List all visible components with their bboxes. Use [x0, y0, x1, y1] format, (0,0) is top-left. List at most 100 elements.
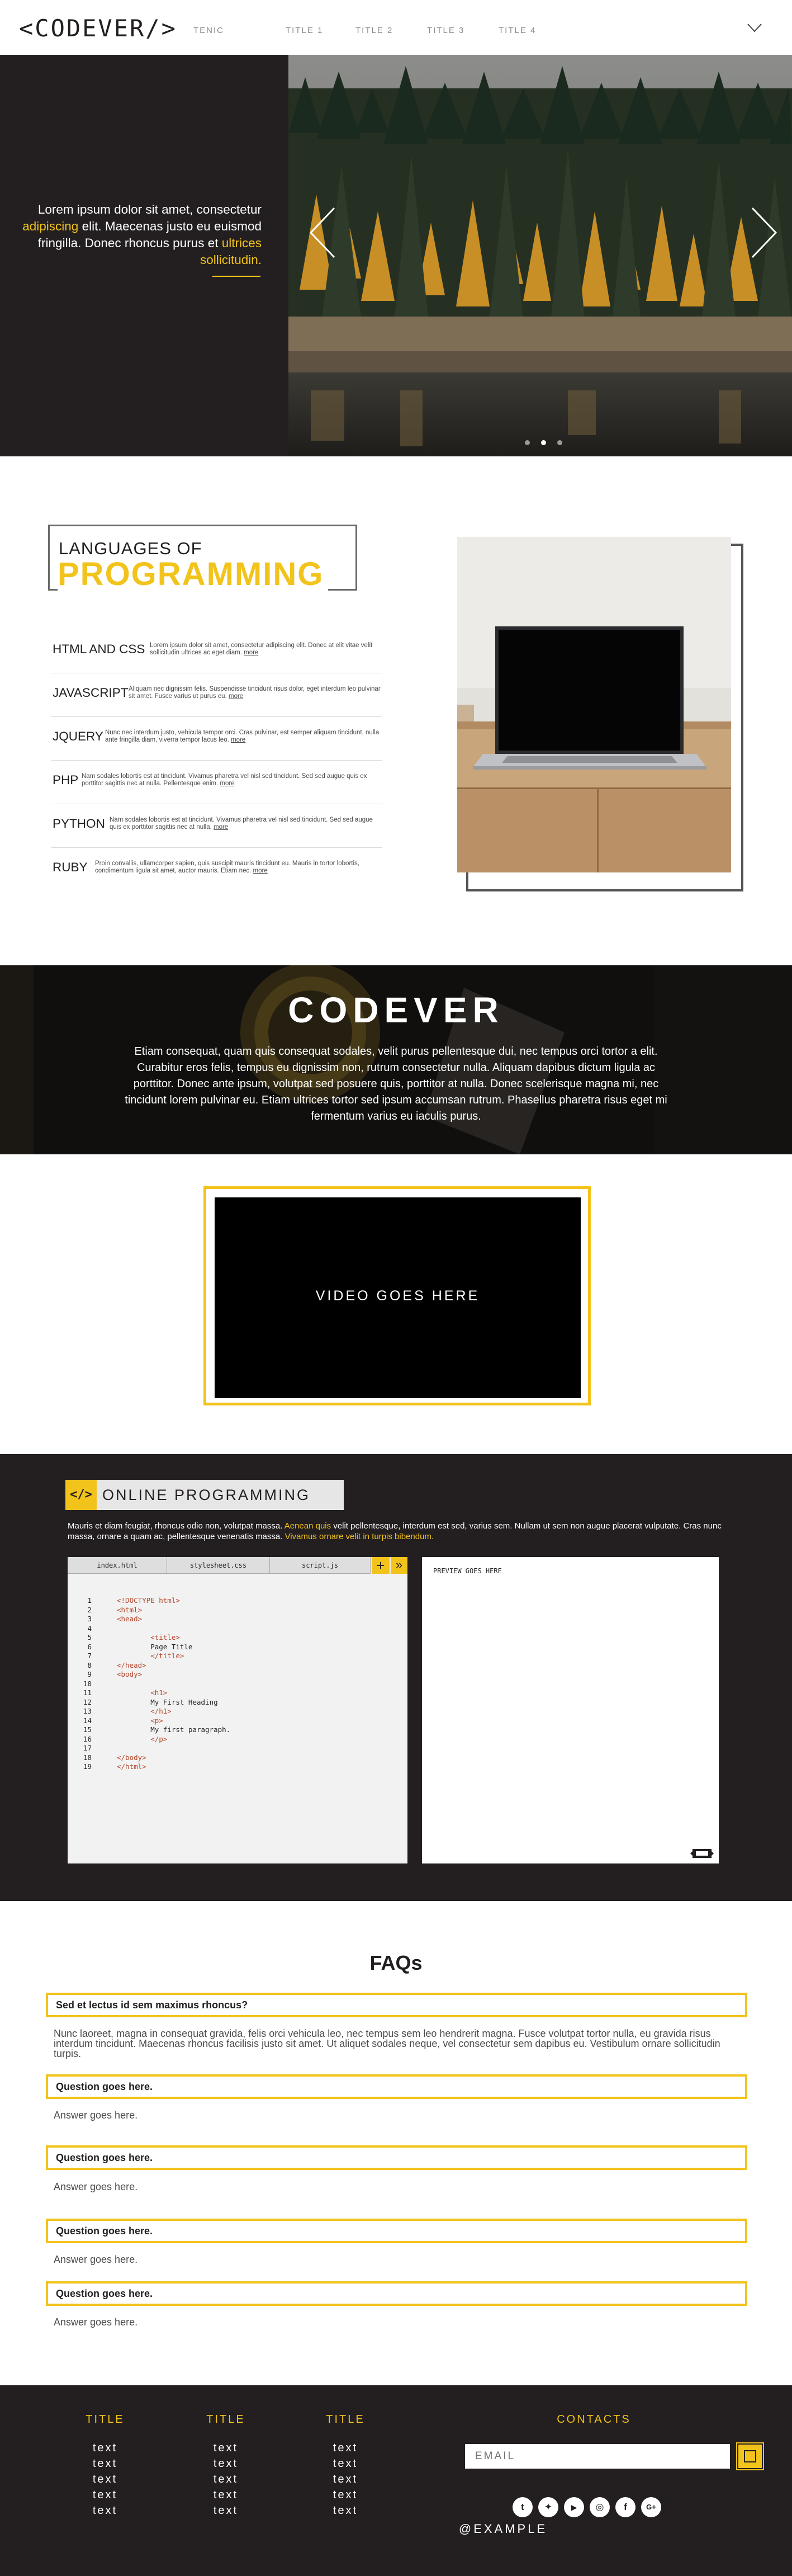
more-link[interactable]: more	[214, 824, 228, 831]
faq-answer-4: Answer goes here.	[54, 2254, 138, 2265]
faq-answer-1: Nunc laoreet, magna in consequat gravida…	[54, 2028, 720, 2059]
footer-link[interactable]: text	[60, 2440, 150, 2456]
faq-question-1[interactable]: Sed et lectus id sem maximus rhoncus?	[46, 1993, 747, 2017]
code-text: My First Heading	[117, 1697, 218, 1706]
footer-link[interactable]: text	[60, 2503, 150, 2518]
language-desc: Proin convallis, ullamcorper sapien, qui…	[95, 860, 381, 875]
language-name: PHP	[53, 773, 79, 787]
faq-question-5[interactable]: Question goes here.	[46, 2281, 747, 2306]
footer-link[interactable]: text	[181, 2503, 271, 2518]
submit-email-button[interactable]	[736, 2442, 764, 2470]
language-name: PYTHON	[53, 817, 105, 831]
nav-item-title-4[interactable]: TITLE 4	[499, 26, 536, 35]
languages-section: LANGUAGES OF PROGRAMMING HTML AND CSS Lo…	[0, 456, 792, 965]
languages-title-line2: PROGRAMMING	[58, 555, 329, 593]
tagline: TENIC	[193, 26, 224, 35]
online-programming-section: </> ONLINE PROGRAMMING Mauris et diam fe…	[0, 1454, 792, 1901]
hero-accent-text: adipiscing	[22, 219, 79, 233]
chevron-right-icon[interactable]	[749, 206, 779, 260]
banner-text: Etiam consequat, quam quis consequat sod…	[125, 1045, 667, 1122]
line-number: 5	[83, 1633, 92, 1641]
tab-index-html[interactable]: index.html	[68, 1557, 167, 1574]
language-desc: Lorem ipsum dolor sit amet, consectetur …	[150, 642, 381, 657]
google-plus-icon[interactable]: G+	[641, 2497, 661, 2517]
footer-link[interactable]: text	[60, 2487, 150, 2503]
faq-question-4[interactable]: Question goes here.	[46, 2219, 747, 2243]
nav-item-title-3[interactable]: TITLE 3	[427, 26, 464, 35]
chevron-down-icon[interactable]	[747, 22, 762, 34]
footer-link[interactable]: text	[181, 2487, 271, 2503]
code-text: </body>	[117, 1753, 146, 1762]
footer-column-title: TITLE	[326, 2413, 365, 2426]
code-text: <body>	[117, 1670, 143, 1678]
code-editor[interactable]: index.html stylesheet.css script.js + » …	[68, 1557, 407, 1863]
code-line: 10	[83, 1679, 230, 1689]
code-line: 5 <title>	[83, 1633, 230, 1643]
footer-link[interactable]: text	[301, 2487, 390, 2503]
language-row-python: PYTHON Nam sodales lobortis est at tinci…	[51, 804, 382, 848]
footer-link[interactable]: text	[301, 2440, 390, 2456]
preview-pane: PREVIEW GOES HERE	[422, 1557, 719, 1863]
footer-link[interactable]: text	[301, 2503, 390, 2518]
forward-button[interactable]: »	[391, 1557, 407, 1574]
code-text: </title>	[117, 1652, 184, 1660]
code-text: <head>	[117, 1615, 143, 1623]
footer-link[interactable]: text	[301, 2471, 390, 2487]
faq-question-3[interactable]: Question goes here.	[46, 2145, 747, 2170]
footer-link[interactable]: text	[181, 2471, 271, 2487]
add-tab-button[interactable]: +	[372, 1557, 390, 1574]
more-link[interactable]: more	[253, 867, 268, 874]
tab-stylesheet-css[interactable]: stylesheet.css	[167, 1557, 270, 1574]
logo[interactable]: <CODEVER/>	[19, 15, 177, 42]
line-number: 3	[83, 1615, 92, 1623]
slider-dot-1[interactable]	[525, 440, 530, 445]
more-link[interactable]: more	[229, 693, 243, 700]
line-number: 18	[83, 1753, 92, 1762]
footer-link[interactable]: text	[181, 2440, 271, 2456]
faq-answer-2: Answer goes here.	[54, 2110, 138, 2121]
slider-dot-2-active[interactable]	[541, 440, 546, 445]
code-line: 4	[83, 1624, 230, 1634]
video-player[interactable]: VIDEO GOES HERE	[215, 1197, 581, 1398]
expand-icon[interactable]	[690, 1847, 714, 1860]
code-icon: </>	[65, 1480, 97, 1510]
code-line: 14 <p>	[83, 1716, 230, 1726]
more-link[interactable]: more	[244, 649, 258, 656]
language-name: RUBY	[53, 860, 88, 874]
footer-link[interactable]: text	[60, 2456, 150, 2471]
slider-dot-3[interactable]	[557, 440, 562, 445]
code-text: <!DOCTYPE html>	[117, 1596, 180, 1605]
faq-question-2[interactable]: Question goes here.	[46, 2074, 747, 2099]
language-row-javascript: JAVASCRIPT Aliquam nec dignissim felis. …	[51, 673, 382, 717]
chevron-left-icon[interactable]	[307, 206, 338, 260]
faq-answer-5: Answer goes here.	[54, 2316, 138, 2328]
line-number: 9	[83, 1670, 92, 1678]
tumblr-icon[interactable]: t	[513, 2497, 533, 2517]
youtube-icon[interactable]: ▶	[564, 2497, 584, 2517]
line-number: 8	[83, 1660, 92, 1669]
laptop-image	[457, 537, 731, 872]
footer-link[interactable]: text	[60, 2471, 150, 2487]
language-desc: Nam sodales lobortis est at tincidunt. V…	[110, 817, 381, 831]
code-area[interactable]: 1 <!DOCTYPE html> 2 <html> 3 <head> 4 5 <ti…	[83, 1596, 230, 1772]
facebook-icon[interactable]: f	[615, 2497, 636, 2517]
footer-link[interactable]: text	[301, 2456, 390, 2471]
nav-item-title-1[interactable]: TITLE 1	[286, 26, 323, 35]
code-line: 11 <h1>	[83, 1688, 230, 1698]
nav-item-title-2[interactable]: TITLE 2	[355, 26, 393, 35]
tab-script-js[interactable]: script.js	[270, 1557, 371, 1574]
faq-answer-3: Answer goes here.	[54, 2181, 138, 2192]
footer-column-title: TITLE	[86, 2413, 125, 2426]
more-link[interactable]: more	[231, 737, 245, 743]
more-link[interactable]: more	[220, 780, 234, 787]
programming-desc-text: Mauris et diam feugiat, rhoncus odio non…	[68, 1521, 284, 1531]
language-desc-text: Nam sodales lobortis est at tincidunt. V…	[110, 817, 373, 831]
twitter-icon[interactable]: ✦	[538, 2497, 558, 2517]
line-number: 6	[83, 1642, 92, 1651]
code-text: Page Title	[117, 1642, 193, 1651]
email-field[interactable]	[465, 2444, 730, 2469]
footer-column-title: TITLE	[206, 2413, 245, 2426]
line-number: 12	[83, 1697, 92, 1706]
footer-link[interactable]: text	[181, 2456, 271, 2471]
instagram-icon[interactable]: ◎	[590, 2497, 610, 2517]
